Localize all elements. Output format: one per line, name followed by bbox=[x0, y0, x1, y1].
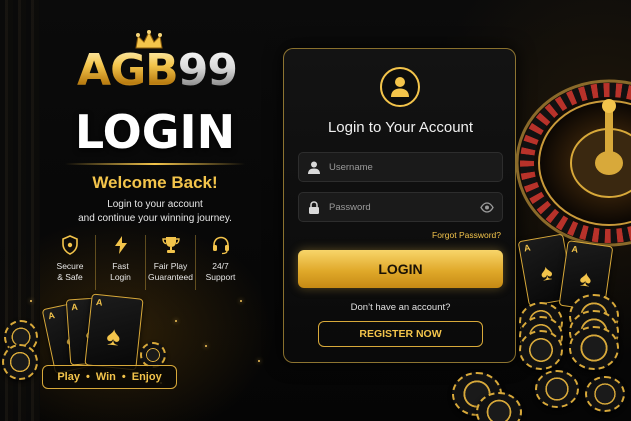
username-input[interactable] bbox=[329, 153, 479, 181]
casino-chip bbox=[585, 376, 625, 412]
avatar bbox=[380, 67, 420, 107]
user-icon bbox=[391, 77, 409, 97]
feature-label: Fair Play Guaranteed bbox=[148, 261, 193, 282]
tagline-enjoy: Enjoy bbox=[131, 371, 162, 383]
tagline-win: Win bbox=[95, 371, 116, 383]
eye-icon[interactable] bbox=[480, 202, 494, 213]
welcome-subtitle: Login to your account and continue your … bbox=[40, 198, 270, 226]
casino-chip bbox=[519, 330, 563, 370]
chip-stacks bbox=[515, 290, 631, 421]
register-button[interactable]: REGISTER NOW bbox=[318, 321, 483, 347]
lock-icon bbox=[309, 201, 319, 214]
spade-icon: ♠ bbox=[105, 320, 123, 352]
casino-chip bbox=[2, 344, 38, 380]
page-heading: LOGIN bbox=[74, 105, 236, 159]
card-corner: A bbox=[523, 242, 532, 254]
casino-chip bbox=[569, 326, 619, 370]
tagline-badge: Play • Win • Enjoy bbox=[42, 365, 177, 389]
tagline-play: Play bbox=[57, 371, 80, 383]
password-input[interactable] bbox=[329, 193, 479, 221]
login-page-background: AGB99 LOGIN Welcome Back! Login to your … bbox=[0, 0, 631, 421]
no-account-text: Don’t have an account? bbox=[350, 302, 451, 313]
card-corner: A bbox=[47, 310, 56, 322]
sparkle bbox=[175, 320, 177, 322]
username-field[interactable] bbox=[298, 152, 503, 182]
lightning-icon bbox=[114, 236, 127, 254]
tagline-separator: • bbox=[121, 371, 126, 383]
feature-secure: Secure & Safe bbox=[45, 235, 95, 290]
brand-logo: AGB99 bbox=[52, 30, 262, 100]
form-title: Login to Your Account bbox=[327, 119, 474, 136]
welcome-subtitle-line: and continue your winning journey. bbox=[78, 213, 232, 224]
roulette-wheel bbox=[515, 79, 631, 247]
sparkle bbox=[258, 360, 260, 362]
feature-label: 24/7 Support bbox=[205, 261, 236, 282]
logo-99: 99 bbox=[177, 45, 238, 96]
card-corner: A bbox=[570, 243, 579, 255]
user-icon bbox=[308, 161, 320, 174]
heading-divider bbox=[65, 163, 245, 165]
shield-icon bbox=[62, 235, 78, 255]
welcome-subtitle-line: Login to your account bbox=[107, 199, 203, 210]
logo-wordmark: AGB99 bbox=[52, 42, 262, 100]
sparkle bbox=[205, 345, 207, 347]
welcome-heading: Welcome Back! bbox=[92, 173, 218, 192]
playing-card: A ♠ bbox=[84, 293, 144, 371]
feature-label: Fast Login bbox=[110, 261, 131, 282]
feature-list: Secure & Safe Fast Login Fair Play Guara… bbox=[45, 235, 245, 290]
card-corner: A bbox=[70, 301, 79, 313]
feature-support: 24/7 Support bbox=[195, 235, 245, 290]
sparkle bbox=[240, 300, 242, 302]
password-field[interactable] bbox=[298, 192, 503, 222]
login-form-card: Login to Your Account Forgot Password? L… bbox=[283, 48, 516, 363]
feature-fast-login: Fast Login bbox=[95, 235, 145, 290]
card-corner: A bbox=[95, 296, 104, 308]
feature-label: Secure & Safe bbox=[56, 261, 84, 282]
logo-agb: AGB bbox=[77, 45, 179, 96]
trophy-icon bbox=[161, 237, 180, 253]
casino-chip bbox=[535, 370, 579, 408]
tagline-separator: • bbox=[85, 371, 90, 383]
forgot-password-link[interactable]: Forgot Password? bbox=[432, 230, 501, 240]
login-button[interactable]: LOGIN bbox=[298, 250, 503, 288]
feature-fair-play: Fair Play Guaranteed bbox=[145, 235, 195, 290]
headset-icon bbox=[212, 236, 229, 255]
